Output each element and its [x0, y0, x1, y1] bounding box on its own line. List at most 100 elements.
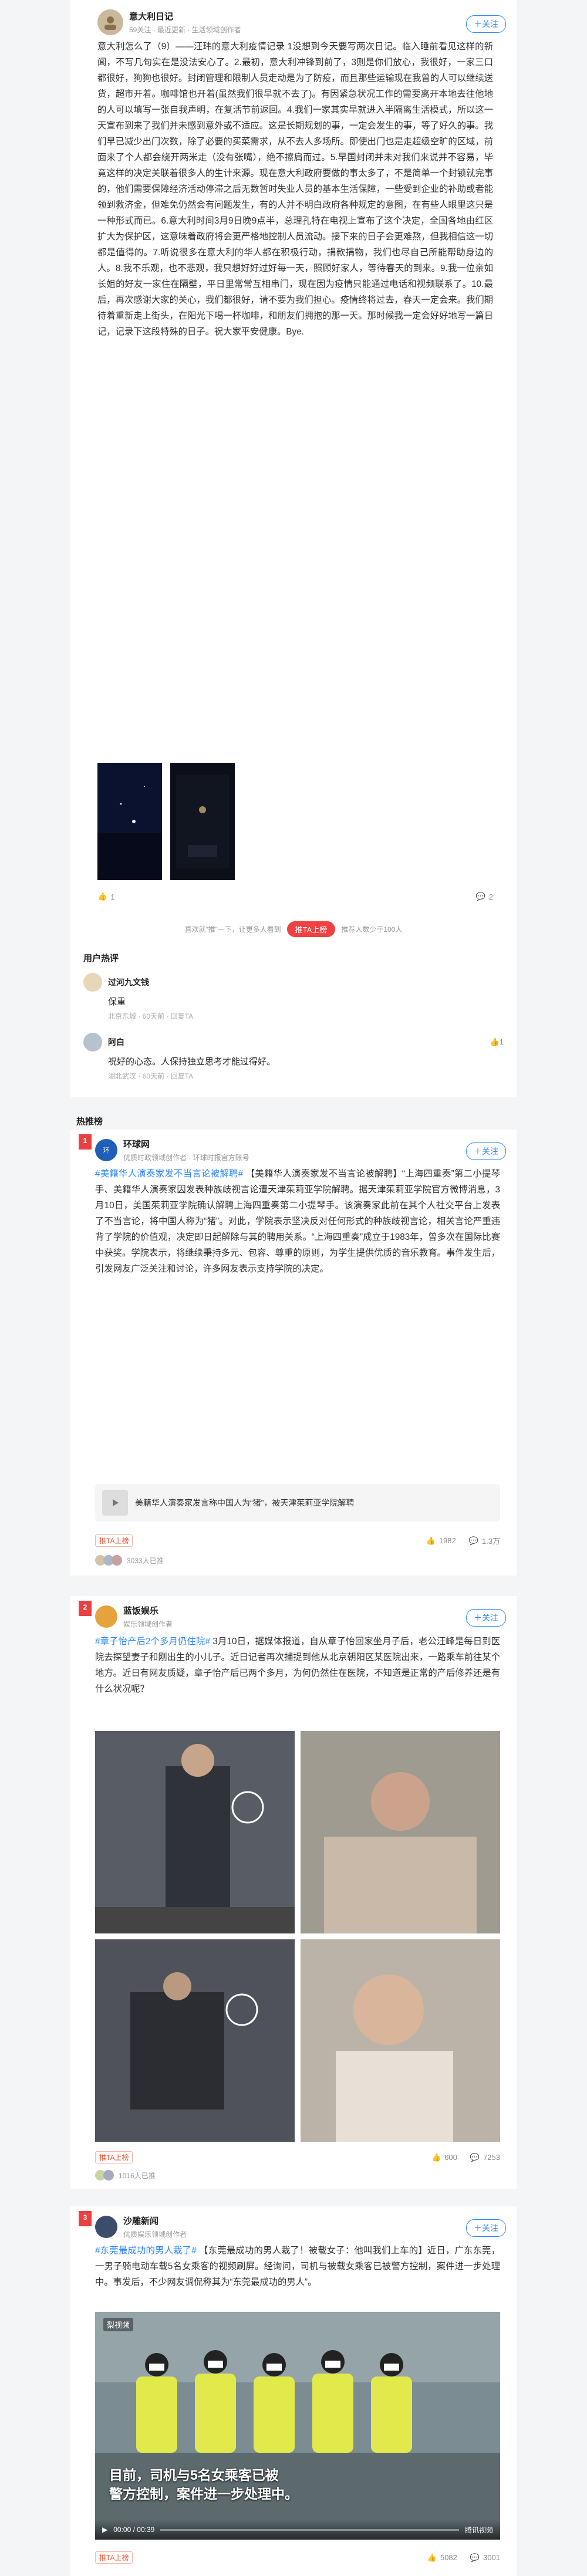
post-author[interactable]: 意大利日记 59关注 · 最近更新 · 生活领域创作者	[97, 9, 241, 35]
topic-badge[interactable]: 推TA上榜	[95, 1534, 133, 1547]
rank-badge: 3	[79, 2211, 92, 2226]
source-name[interactable]: 蓝饭娱乐	[123, 1604, 173, 1617]
follow-button[interactable]: ＋关注	[466, 1609, 506, 1627]
like-button[interactable]: 👍 5082	[427, 2553, 457, 2563]
post-body: 意大利怎么了（9）——汪玮的意大利疫情记录 1没想到今天要写两次日记。临入睡前看…	[97, 42, 493, 337]
topic-tag[interactable]: #东莞最成功的男人栽了#	[95, 2246, 199, 2256]
comment-icon: 💬	[475, 892, 485, 901]
linked-video[interactable]: 美籍华人演奏家发言称中国人为“猪”，被天津茱莉亚学院解聘	[95, 1484, 500, 1522]
thumb-up-icon: 👍	[490, 1037, 500, 1046]
video-player[interactable]: 梨视频 目前，司机与5名女乘客已被 警方控制，案件进一步处理中。 ▶ 00:00…	[95, 2312, 500, 2540]
play-icon[interactable]: ▶	[102, 2526, 107, 2534]
commenter-name[interactable]: 阿白	[108, 1036, 124, 1048]
comment-count: 3001	[483, 2553, 500, 2562]
promote-right-text: 推荐人数少于100人	[341, 925, 403, 934]
comments-section: 用户热评 过河九文钱 保重 北京东城 · 60天前 · 回复TA 阿白 👍1 祝…	[70, 945, 517, 1097]
comment-button[interactable]: 💬 1.3万	[469, 1535, 500, 1546]
source-avatar[interactable]	[95, 2216, 117, 2238]
video-caption-line-2: 警方控制，案件进一步处理中。	[109, 2486, 298, 2501]
user-avatar	[112, 1555, 122, 1566]
comment-icon: 💬	[470, 2553, 480, 2562]
image-grid	[95, 1731, 500, 2142]
comment-text: 保重	[108, 997, 126, 1007]
source-avatar[interactable]	[95, 1605, 117, 1628]
video-controls: ▶ 00:00 / 00:39 腾讯视频	[95, 2520, 500, 2540]
like-button[interactable]: 👍 1	[97, 892, 114, 901]
page: 意大利日记 59关注 · 最近更新 · 生活领域创作者 ＋关注 意大利怎么了（9…	[0, 0, 587, 2576]
post-image-2[interactable]	[170, 763, 235, 880]
comment-button[interactable]: 💬 2	[476, 892, 493, 901]
comment-button[interactable]: 💬 3001	[470, 2553, 500, 2563]
source-name[interactable]: 环球网	[123, 1138, 249, 1150]
hot-item-text: #美籍华人演奏家发不当言论被解聘# 【美籍华人演奏家发不当言论被解聘】“上海四重…	[95, 1166, 500, 1483]
hot-item-text: #章子怡产后2个多月仍住院# 3月10日，据媒体报道，自从章子怡回家坐月子后，老…	[95, 1634, 500, 1728]
comment-like-count: 1	[499, 1037, 504, 1046]
topic-tag[interactable]: #美籍华人演奏家发不当言论被解聘#	[95, 1169, 246, 1179]
source-meta: 娱乐领域创作者	[123, 1620, 173, 1628]
author-meta: 59关注 · 最近更新 · 生活领域创作者	[129, 26, 241, 34]
thumb-up-icon: 👍	[427, 2553, 437, 2562]
comment-text: 祝好的心态。人保持独立思考才能过得好。	[108, 1057, 276, 1067]
hot-item[interactable]: 2 蓝饭娱乐 娱乐领域创作者 ＋关注 #章子怡产后2个多月仍住院# 3月10日，…	[70, 1596, 517, 2189]
rank-badge: 1	[79, 1134, 92, 1150]
comment-icon: 💬	[468, 1536, 478, 1545]
comments-heading: 用户热评	[83, 954, 119, 964]
rank-badge: 2	[79, 1601, 92, 1616]
topic-badge[interactable]: 推TA上榜	[95, 2151, 133, 2163]
player-brand: 腾讯视频	[464, 2526, 493, 2534]
promote-bar: 喜欢就“推”一下，让更多人看到 推TA上榜 推荐人数少于100人	[70, 921, 517, 937]
engaged-users: 1016人已推	[95, 2170, 156, 2181]
follow-button[interactable]: ＋关注	[466, 1142, 506, 1160]
grid-image-2[interactable]	[301, 1731, 500, 1933]
commenter-avatar[interactable]	[83, 973, 102, 992]
grid-image-4[interactable]	[301, 1939, 500, 2142]
comment-count: 2	[488, 892, 493, 901]
grid-image-3[interactable]	[95, 1939, 295, 2142]
comment-meta: 湖北武汉 · 60天前 · 回复TA	[108, 1072, 194, 1080]
thumb-up-icon: 👍	[426, 1536, 436, 1545]
video-caption-line-1: 目前，司机与5名女乘客已被	[109, 2467, 279, 2483]
video-logo: 梨视频	[103, 2318, 134, 2331]
thumb-up-icon: 👍	[97, 892, 107, 901]
author-avatar[interactable]	[97, 9, 123, 35]
hot-item[interactable]: 3 沙雕新闻 优质娱乐领域创作者 ＋关注 #东莞最成功的男人栽了# 【东莞最成功…	[70, 2206, 517, 2576]
linked-video-title: 美籍华人演奏家发言称中国人为“猪”，被天津茱莉亚学院解聘	[135, 1498, 355, 1507]
grid-image-1[interactable]	[95, 1731, 295, 1933]
comment-like[interactable]: 👍1	[490, 1037, 504, 1047]
like-button[interactable]: 👍 600	[431, 2153, 457, 2162]
hot-list-heading: 热推榜	[76, 1117, 103, 1127]
comment-meta: 北京东城 · 60天前 · 回复TA	[108, 1012, 194, 1020]
comment-count: 7253	[483, 2153, 500, 2162]
source-avatar[interactable]: 环	[95, 1139, 117, 1161]
post-image-1[interactable]	[97, 763, 162, 880]
follow-label: 关注	[482, 2223, 498, 2233]
hot-item[interactable]: 1 环 环球网 优质时政领域创作者 · 环球时报官方账号 ＋关注 #美籍华人演奏…	[70, 1130, 517, 1576]
plus-icon: ＋	[474, 2223, 482, 2233]
topic-badge[interactable]: 推TA上榜	[95, 2551, 133, 2564]
commenter-avatar[interactable]	[83, 1033, 102, 1052]
follow-button[interactable]: ＋关注	[466, 2219, 506, 2237]
follow-label: 关注	[482, 19, 498, 29]
like-count: 5082	[440, 2553, 457, 2562]
author-name[interactable]: 意大利日记	[129, 10, 241, 22]
video-caption: 目前，司机与5名女乘客已被 警方控制，案件进一步处理中。	[109, 2466, 298, 2503]
comment-item: 阿白 👍1 祝好的心态。人保持独立思考才能过得好。 湖北武汉 · 60天前 · …	[83, 1033, 504, 1081]
source-name[interactable]: 沙雕新闻	[123, 2215, 187, 2227]
promote-left-text: 喜欢就“推”一下，让更多人看到	[184, 925, 281, 934]
like-count: 1982	[438, 1536, 456, 1545]
promote-button[interactable]: 推TA上榜	[286, 921, 336, 937]
video-time: 00:00 / 00:39	[113, 2526, 155, 2534]
comment-button[interactable]: 💬 7253	[470, 2153, 500, 2162]
follow-label: 关注	[482, 1147, 498, 1156]
readers-text: 3033人已推	[127, 1556, 164, 1565]
like-button[interactable]: 👍 1982	[426, 1536, 456, 1546]
video-progress[interactable]	[160, 2528, 459, 2531]
thumb-up-icon: 👍	[431, 2152, 441, 2162]
follow-button[interactable]: ＋关注	[466, 15, 506, 33]
plus-icon: ＋	[474, 1613, 482, 1622]
readers-text: 1016人已推	[119, 2171, 156, 2180]
topic-tag[interactable]: #章子怡产后2个多月仍住院#	[95, 1637, 212, 1647]
commenter-name[interactable]: 过河九文钱	[108, 976, 149, 988]
engaged-users: 3033人已推	[95, 1555, 164, 1566]
video-thumbnail	[102, 1490, 128, 1516]
